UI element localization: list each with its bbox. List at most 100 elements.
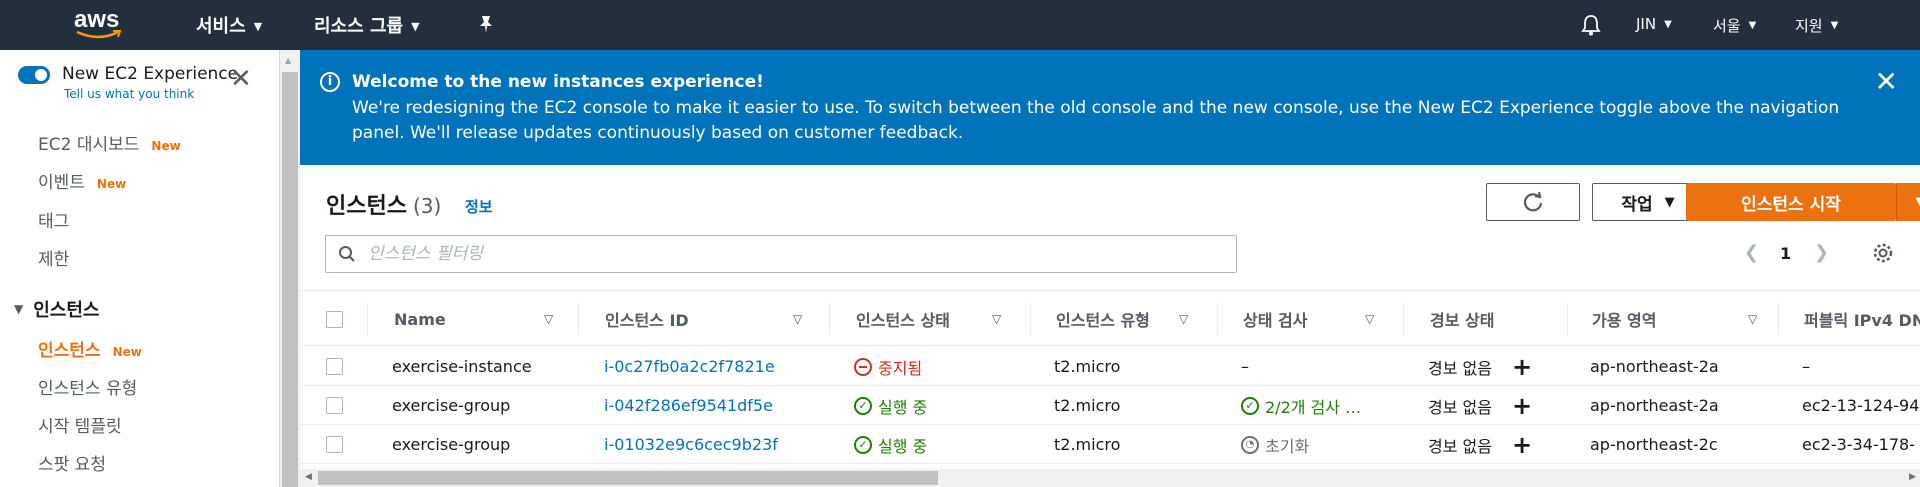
caret-down-icon: ▼ bbox=[1916, 195, 1920, 210]
sidebar-scrollbar[interactable]: ▲ bbox=[280, 50, 300, 487]
region-label: 서울 bbox=[1713, 17, 1741, 35]
alarm-status: 경보 없음 + bbox=[1428, 386, 1532, 425]
instance-state: ✓ 실행 중 bbox=[854, 425, 927, 464]
column-alarm-status[interactable]: 경보 상태 bbox=[1430, 291, 1570, 347]
instance-id-link[interactable]: i-0c27fb0a2c2f7821e bbox=[604, 347, 775, 386]
public-dns: ec2-3-34-178- bbox=[1802, 435, 1915, 454]
alarm-label: 경보 없음 bbox=[1428, 397, 1492, 417]
select-all-checkbox[interactable] bbox=[326, 291, 343, 347]
scroll-left-icon[interactable]: ◀ bbox=[305, 472, 312, 482]
settings-gear-icon[interactable] bbox=[1872, 242, 1894, 268]
aws-smile-icon bbox=[76, 30, 122, 39]
services-menu[interactable]: 서비스 ▼ bbox=[196, 12, 262, 38]
pin-icon[interactable] bbox=[478, 14, 494, 38]
close-icon[interactable]: ✕ bbox=[1875, 68, 1898, 96]
current-page[interactable]: 1 bbox=[1780, 244, 1791, 263]
sidebar-item-instances[interactable]: 인스턴스 New bbox=[38, 336, 142, 361]
sidebar-item-limits[interactable]: 제한 bbox=[38, 245, 69, 270]
clock-icon: ◔ bbox=[1241, 435, 1259, 454]
new-ec2-experience-toggle[interactable] bbox=[18, 66, 50, 84]
check-circle-icon: ✓ bbox=[854, 435, 872, 454]
user-menu[interactable]: JIN ▼ bbox=[1636, 15, 1672, 33]
column-name[interactable]: Name ▽ bbox=[394, 291, 574, 347]
column-instance-state[interactable]: 인스턴스 상태 ▽ bbox=[856, 291, 1036, 347]
add-alarm-icon[interactable]: + bbox=[1512, 353, 1532, 381]
horizontal-scrollbar[interactable]: ◀ ▶ bbox=[300, 469, 1920, 487]
toggle-label: New EC2 Experience bbox=[62, 64, 239, 84]
column-label: 상태 검사 bbox=[1243, 311, 1308, 330]
status-check: – bbox=[1241, 357, 1249, 376]
scrollbar-thumb[interactable] bbox=[282, 72, 298, 487]
add-alarm-icon[interactable]: + bbox=[1512, 392, 1532, 420]
page-title-text: 인스턴스 bbox=[326, 194, 407, 219]
column-label: 인스턴스 유형 bbox=[1056, 311, 1150, 330]
new-badge: New bbox=[151, 139, 181, 153]
launch-instance-button[interactable]: 인스턴스 시작 bbox=[1686, 183, 1896, 221]
instance-id-link[interactable]: i-042f286ef9541df5e bbox=[604, 386, 773, 425]
sidebar-item-tags[interactable]: 태그 bbox=[38, 207, 69, 232]
add-alarm-icon[interactable]: + bbox=[1512, 431, 1532, 459]
welcome-banner: i Welcome to the new instances experienc… bbox=[300, 50, 1920, 165]
scrollbar-thumb[interactable] bbox=[318, 471, 938, 485]
banner-title: Welcome to the new instances experience! bbox=[352, 72, 764, 92]
column-status-check[interactable]: 상태 검사 ▽ bbox=[1243, 291, 1403, 347]
chevron-down-icon: ▼ bbox=[1830, 20, 1839, 31]
feedback-link[interactable]: Tell us what you think bbox=[64, 87, 194, 101]
row-checkbox[interactable] bbox=[326, 425, 343, 464]
row-checkbox[interactable] bbox=[326, 386, 343, 425]
scroll-up-icon[interactable]: ▲ bbox=[285, 56, 291, 65]
refresh-button[interactable] bbox=[1486, 183, 1580, 221]
chevron-down-icon: ▼ bbox=[253, 19, 263, 33]
chevron-down-icon: ▼ bbox=[1748, 20, 1757, 31]
column-label: 가용 영역 bbox=[1592, 311, 1657, 330]
sort-icon: ▽ bbox=[1179, 312, 1189, 326]
instance-name: exercise-group bbox=[392, 396, 511, 415]
services-label: 서비스 bbox=[196, 16, 246, 37]
sidebar-section-instances[interactable]: ▼ 인스턴스 bbox=[14, 296, 99, 322]
aws-logo[interactable]: aws bbox=[72, 6, 128, 42]
sidebar-item-ec2-dashboard[interactable]: EC2 대시보드 New bbox=[38, 130, 181, 155]
launch-dropdown-button[interactable]: ▼ bbox=[1896, 183, 1920, 221]
instance-filter[interactable] bbox=[325, 235, 1237, 273]
region-menu[interactable]: 서울 ▼ bbox=[1713, 15, 1756, 36]
info-link[interactable]: 정보 bbox=[465, 196, 493, 217]
sidebar-item-launch-templates[interactable]: 시작 템플릿 bbox=[38, 412, 122, 437]
row-checkbox[interactable] bbox=[326, 347, 343, 386]
column-availability-zone[interactable]: 가용 영역 ▽ bbox=[1592, 291, 1772, 347]
scroll-right-icon[interactable]: ▶ bbox=[1909, 472, 1916, 482]
sidebar-item-label: 이벤트 bbox=[38, 173, 85, 193]
column-instance-id[interactable]: 인스턴스 ID ▽ bbox=[605, 291, 805, 347]
launch-label: 인스턴스 시작 bbox=[1741, 194, 1841, 215]
column-instance-type[interactable]: 인스턴스 유형 ▽ bbox=[1056, 291, 1236, 347]
alarm-label: 경보 없음 bbox=[1428, 436, 1492, 456]
table-row[interactable]: exercise-group i-01032e9c6cec9b23f ✓ 실행 … bbox=[300, 425, 1920, 464]
sidebar-item-spot-requests[interactable]: 스팟 요청 bbox=[38, 450, 106, 475]
alarm-label: 경보 없음 bbox=[1428, 358, 1492, 378]
table-header: Name ▽ 인스턴스 ID ▽ 인스턴스 상태 ▽ 인스턴스 유형 ▽ 상태 … bbox=[300, 290, 1920, 346]
stopped-icon bbox=[854, 357, 872, 376]
close-icon[interactable]: ✕ bbox=[230, 66, 252, 92]
status-check: ◔ 초기화 bbox=[1241, 425, 1309, 464]
top-navigation: aws 서비스 ▼ 리소스 그룹 ▼ JIN ▼ 서울 ▼ 지원 ▼ bbox=[0, 0, 1920, 50]
support-menu[interactable]: 지원 ▼ bbox=[1795, 15, 1838, 36]
availability-zone: ap-northeast-2a bbox=[1590, 396, 1719, 415]
instance-id-link[interactable]: i-01032e9c6cec9b23f bbox=[604, 425, 778, 464]
table-row[interactable]: exercise-group i-042f286ef9541df5e ✓ 실행 … bbox=[300, 386, 1920, 425]
table-row[interactable]: exercise-instance i-0c27fb0a2c2f7821e 중지… bbox=[300, 347, 1920, 386]
next-page-icon[interactable]: ❯ bbox=[1814, 242, 1829, 263]
status-check[interactable]: ✓ 2/2개 검사 … bbox=[1241, 386, 1361, 425]
search-input[interactable] bbox=[368, 244, 1168, 264]
support-label: 지원 bbox=[1795, 17, 1823, 35]
bell-icon[interactable] bbox=[1580, 14, 1602, 40]
prev-page-icon[interactable]: ❮ bbox=[1744, 242, 1759, 263]
sort-icon: ▽ bbox=[544, 312, 554, 326]
sidebar-item-instance-types[interactable]: 인스턴스 유형 bbox=[38, 374, 137, 399]
sort-icon: ▽ bbox=[793, 312, 803, 326]
sidebar-item-label: 인스턴스 유형 bbox=[38, 379, 138, 399]
public-dns: – bbox=[1802, 357, 1810, 376]
sidebar-item-label: EC2 대시보드 bbox=[38, 135, 140, 155]
sidebar-item-events[interactable]: 이벤트 New bbox=[38, 168, 126, 193]
column-public-ipv4-dns[interactable]: 퍼블릭 IPv4 DN bbox=[1804, 291, 1920, 347]
resource-groups-menu[interactable]: 리소스 그룹 ▼ bbox=[314, 12, 420, 38]
check-circle-icon: ✓ bbox=[1241, 396, 1259, 415]
